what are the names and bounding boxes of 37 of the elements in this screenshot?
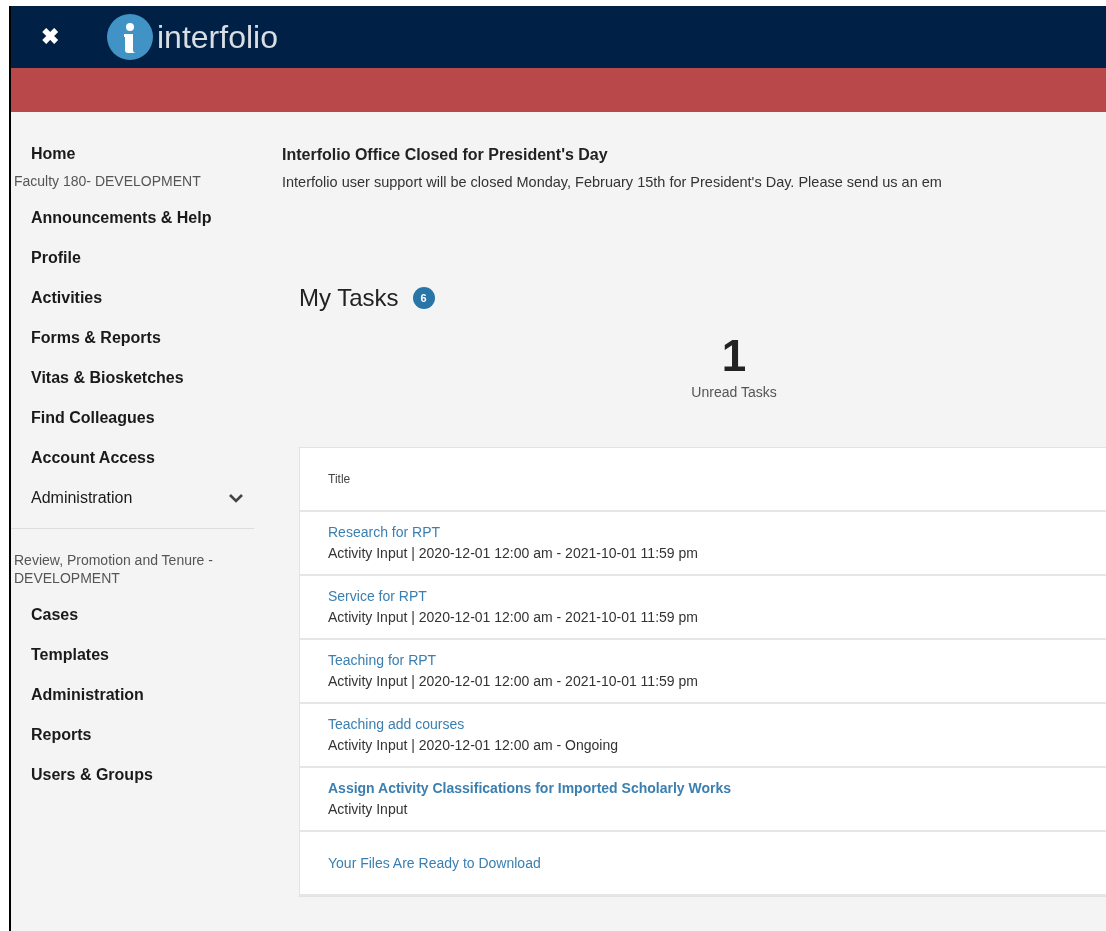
section-heading: Review, Promotion and Tenure - DEVELOPMENT	[13, 551, 214, 587]
task-link[interactable]: Service for RPT	[328, 585, 1106, 606]
task-link[interactable]: Teaching add courses	[328, 713, 1106, 734]
sidebar-item[interactable]: Administration	[11, 478, 254, 518]
sidebar-item[interactable]: Administration	[11, 675, 254, 715]
sidebar-item[interactable]: Activities	[11, 278, 254, 318]
task-link[interactable]: Your Files Are Ready to Download	[328, 852, 1106, 873]
sidebar-item[interactable]: Users & Groups	[11, 755, 254, 795]
task-detail: Activity Input	[328, 799, 409, 819]
info-logo-icon	[107, 14, 153, 60]
task-detail: Activity Input | 2020-12-01 12:00 am - 2021-10-01 11:59 pm	[328, 671, 699, 691]
count-badge: 6	[412, 286, 435, 309]
sidebar-item[interactable]: Announcements & Help	[11, 198, 254, 238]
section-heading: Faculty 180- DEVELOPMENT	[13, 172, 202, 190]
sidebar-item[interactable]: Templates	[11, 635, 254, 675]
column-header: Title	[300, 447, 1106, 512]
task-detail: Activity Input | 2020-12-01 12:00 am - 2021-10-01 11:59 pm	[328, 607, 699, 627]
sidebar-item[interactable]: Vitas & Biosketches	[11, 358, 254, 398]
sidebar-item[interactable]: Account Access	[11, 438, 254, 478]
sidebar-item[interactable]: Find Colleagues	[11, 398, 254, 438]
close-button[interactable]: ✖	[41, 26, 59, 48]
sidebar-item[interactable]: Profile	[11, 238, 254, 278]
sidebar-item[interactable]: Cases	[11, 595, 254, 635]
tasks-heading: My Tasks	[299, 282, 399, 313]
sidebar-item[interactable]: Reports	[11, 715, 254, 755]
task-detail: Activity Input | 2020-12-01 12:00 am - 2021-10-01 11:59 pm	[328, 543, 699, 563]
announcement-text: Interfolio user support will be closed Monday, February 15th for President's Day. Please send us an em	[282, 173, 943, 192]
task-detail: Activity Input | 2020-12-01 12:00 am - Ongoing	[328, 735, 620, 755]
announcement-title: Interfolio Office Closed for President's Day	[282, 145, 609, 165]
unread-label: Unread Tasks	[691, 382, 777, 402]
sidebar-item[interactable]: Forms & Reports	[11, 318, 254, 358]
task-link[interactable]: Assign Activity Classifications for Imported Scholarly Works	[328, 777, 1106, 798]
unread-count: 1	[721, 331, 747, 380]
task-link[interactable]: Teaching for RPT	[328, 649, 1106, 670]
logo-text: interfolio	[157, 21, 278, 53]
sidebar-item[interactable]: Home	[11, 142, 254, 166]
task-link[interactable]: Research for RPT	[328, 521, 1106, 542]
